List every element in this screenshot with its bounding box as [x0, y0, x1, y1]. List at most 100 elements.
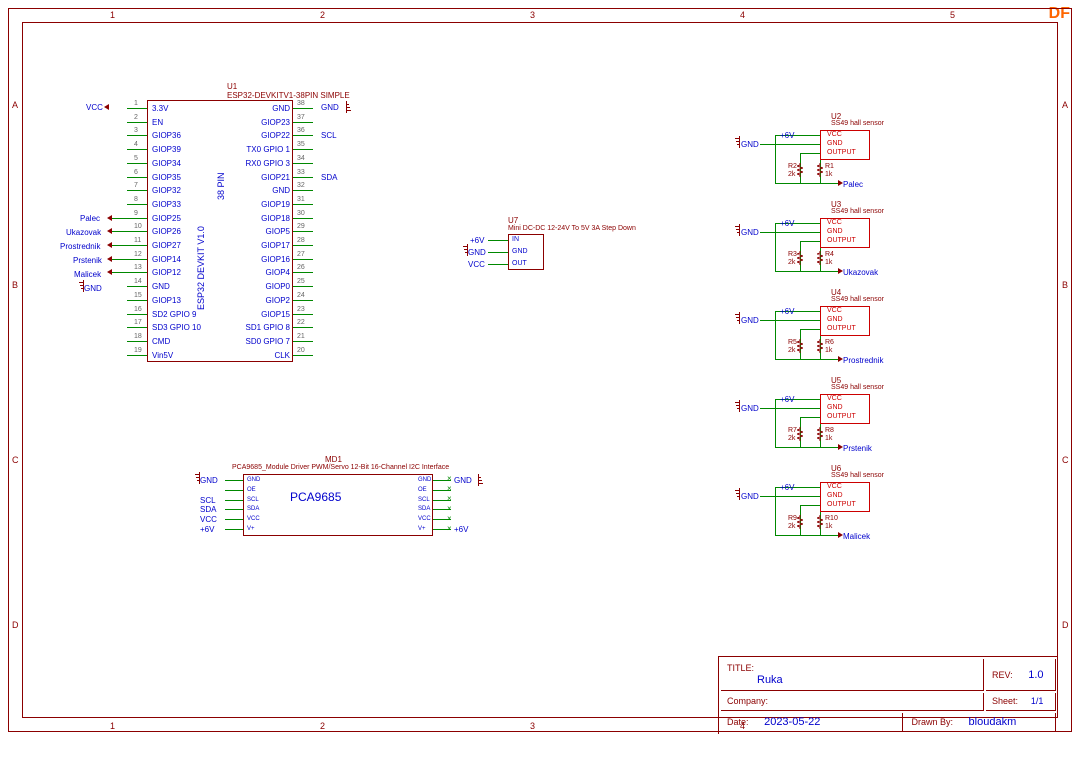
sensor-pin-vcc: VCC [827, 395, 842, 402]
net-arrow [838, 444, 843, 450]
drawn-lbl: Drawn By: [911, 717, 953, 727]
wire [127, 204, 147, 205]
u1-right-pin: TX0 GPIO 1 [246, 145, 290, 154]
u1-left-pin: GIOP12 [152, 268, 181, 277]
u1-right-pinnum: 24 [297, 292, 305, 299]
u1-left-pinnum: 5 [134, 155, 138, 162]
wire [127, 190, 147, 191]
u1-left-pin: EN [152, 118, 163, 127]
u1-left-pin: GIOP26 [152, 227, 181, 236]
wire [293, 286, 313, 287]
u1-left-pinnum: 4 [134, 141, 138, 148]
sensor-net: Palec [843, 180, 863, 189]
gnd-icon-sensor [734, 488, 744, 502]
u1-right-pinnum: 31 [297, 196, 305, 203]
u1-left-pin: GIOP27 [152, 241, 181, 250]
wire [293, 190, 313, 191]
r2-ref: R10 [825, 515, 838, 522]
u1-right-pinnum: 37 [297, 114, 305, 121]
wire [127, 272, 147, 273]
wire [127, 341, 147, 342]
md1-right-pin: SDA [418, 506, 430, 512]
pin-x: × [447, 504, 452, 513]
md1-right-pin: VCC [418, 516, 431, 522]
wire [127, 300, 147, 301]
wire [760, 232, 820, 233]
sheet-lbl: Sheet: [992, 696, 1018, 706]
wire [800, 241, 820, 242]
wire [127, 177, 147, 178]
md1-right-pin: V+ [418, 526, 426, 532]
gnd-icon-sensor [734, 400, 744, 414]
md1-left-net: +6V [200, 525, 214, 534]
md1-left-net: VCC [200, 515, 217, 524]
u1-right-pin: RX0 GPIO 3 [246, 159, 290, 168]
u1-right-pin: CLK [274, 351, 290, 360]
md1-left-net: SCL [200, 496, 216, 505]
sensor-pin-vcc: VCC [827, 307, 842, 314]
net-prstenik: Prstenik [73, 256, 102, 265]
net-gnd-u1r: GND [321, 103, 339, 112]
wire [127, 231, 147, 232]
wire [760, 408, 820, 409]
u1-right-pin: GIOP4 [266, 268, 290, 277]
wire [775, 359, 800, 360]
md1-left-pin: V+ [247, 526, 255, 532]
u1-left-pinnum: 3 [134, 127, 138, 134]
net-arrow [838, 532, 843, 538]
wire [775, 183, 800, 184]
sensor-pin-gnd: GND [827, 228, 843, 235]
wire [127, 245, 147, 246]
resistor-r1 [797, 515, 803, 529]
u1-right-pinnum: 33 [297, 169, 305, 176]
wire [127, 135, 147, 136]
r1-val: 2k [788, 171, 795, 178]
wire [293, 327, 313, 328]
wire [800, 447, 840, 448]
net-vcc: VCC [86, 103, 103, 112]
arrow-vcc [104, 104, 109, 110]
u1-left-pin: 3.3V [152, 104, 168, 113]
wire [800, 417, 820, 418]
u1-right-pinnum: 35 [297, 141, 305, 148]
u1-right-pin: GIOP2 [266, 296, 290, 305]
sensor-pin-vcc: VCC [827, 483, 842, 490]
resistor-r2 [817, 163, 823, 177]
r2-ref: R1 [825, 163, 834, 170]
resistor-r2 [817, 427, 823, 441]
title-lbl: TITLE: [727, 663, 754, 673]
u1-right-pin: GIOP19 [261, 200, 290, 209]
gnd-icon-u1l [78, 280, 88, 294]
u1-left-pin: GIOP13 [152, 296, 181, 305]
resistor-r1 [797, 427, 803, 441]
u1-right-pin: SD0 GPIO 7 [246, 337, 290, 346]
wire [127, 259, 147, 260]
wire [225, 500, 243, 501]
r1-ref: R2 [788, 163, 797, 170]
pin-x: × [447, 484, 452, 493]
md1-left-net: SDA [200, 505, 216, 514]
u7-pin-out: OUT [512, 260, 527, 267]
wire [225, 490, 243, 491]
zone-top-5: 5 [950, 10, 955, 20]
sensor-net: Prstenik [843, 444, 872, 453]
net-malicek: Malicek [74, 270, 101, 279]
r1-val: 2k [788, 435, 795, 442]
wire [775, 135, 776, 183]
sensor-pin-gnd: GND [827, 140, 843, 147]
wire [775, 535, 800, 536]
r2-ref: R6 [825, 339, 834, 346]
md1-right-pin: GND [418, 477, 431, 483]
md1-chip: PCA9685 [290, 490, 341, 504]
md1-left-pin: SDA [247, 506, 259, 512]
zone-left-a: A [12, 100, 18, 110]
u7-pin-in: IN [512, 236, 519, 243]
u1-left-pin: GIOP35 [152, 173, 181, 182]
wire [127, 327, 147, 328]
wire [112, 259, 128, 260]
net-arrow [838, 356, 843, 362]
rev-lbl: REV: [992, 670, 1013, 680]
wire [293, 149, 313, 150]
wire [293, 163, 313, 164]
u1-right-pinnum: 21 [297, 333, 305, 340]
